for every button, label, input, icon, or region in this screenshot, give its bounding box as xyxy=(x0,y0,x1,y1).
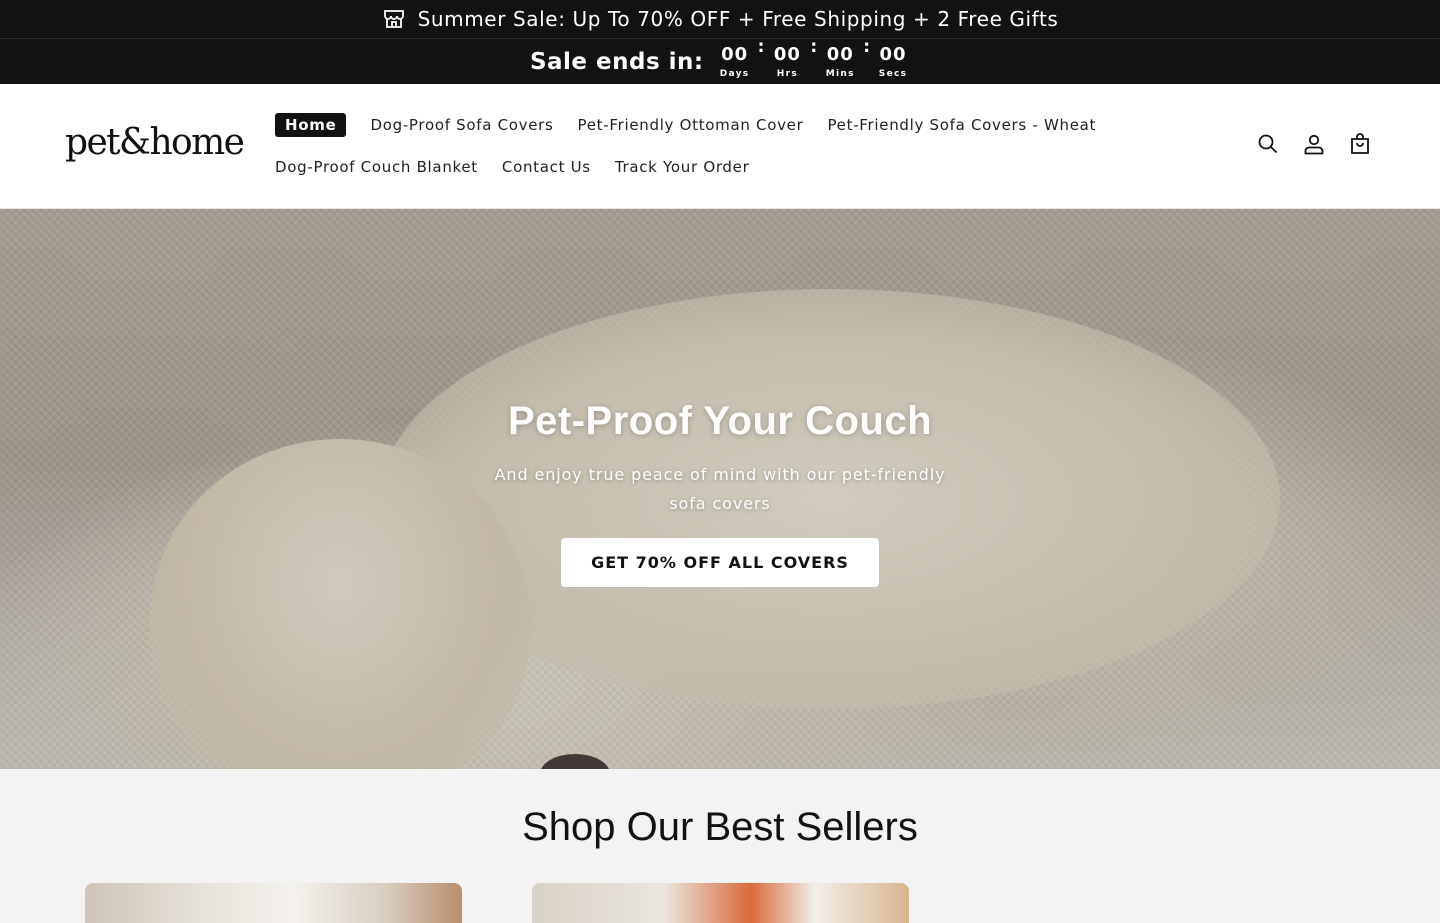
countdown-hours: 00 Hrs xyxy=(770,43,804,79)
nav-row: Home Dog-Proof Sofa Covers Pet-Friendly … xyxy=(275,112,1175,137)
nav-item-track-your-order[interactable]: Track Your Order xyxy=(615,158,750,176)
logo[interactable]: pet&home xyxy=(65,122,245,163)
countdown-secs: 00 Secs xyxy=(876,43,910,79)
countdown-separator: : xyxy=(863,37,871,57)
nav-item-dog-proof-sofa-covers[interactable]: Dog-Proof Sofa Covers xyxy=(370,116,553,134)
main-nav: Home Dog-Proof Sofa Covers Pet-Friendly … xyxy=(275,112,1175,196)
header-icons xyxy=(1256,132,1372,156)
countdown-secs-label: Secs xyxy=(878,68,908,79)
hero-subtitle: And enjoy true peace of mind with our pe… xyxy=(494,465,946,513)
account-icon[interactable] xyxy=(1302,132,1326,156)
countdown-days-value: 00 xyxy=(721,43,749,65)
nav-item-dog-proof-couch-blanket[interactable]: Dog-Proof Couch Blanket xyxy=(275,158,478,176)
best-sellers-title: Shop Our Best Sellers xyxy=(522,805,918,849)
countdown-mins: 00 Mins xyxy=(823,43,857,79)
countdown-days: 00 Days xyxy=(718,43,752,79)
hero-content: Pet-Proof Your Couch And enjoy true peac… xyxy=(0,399,1440,587)
countdown-mins-label: Mins xyxy=(825,68,855,79)
countdown-separator: : xyxy=(810,37,818,57)
countdown-separator: : xyxy=(757,37,765,57)
product-card[interactable] xyxy=(532,883,909,923)
countdown-label: Sale ends in: xyxy=(529,48,704,75)
hero-title: Pet-Proof Your Couch xyxy=(507,399,933,443)
countdown-bar: Sale ends in: 00 Days : 00 Hrs : 00 Mins… xyxy=(0,37,1440,84)
site-header: pet&home Home Dog-Proof Sofa Covers Pet-… xyxy=(0,84,1440,209)
nav-item-home[interactable]: Home xyxy=(275,112,347,137)
countdown-hours-label: Hrs xyxy=(776,68,799,79)
countdown-mins-value: 00 xyxy=(826,43,854,65)
hero-banner: Pet-Proof Your Couch And enjoy true peac… xyxy=(0,209,1440,769)
nav-item-pet-friendly-ottoman-cover[interactable]: Pet-Friendly Ottoman Cover xyxy=(578,116,804,134)
store-icon xyxy=(382,7,406,31)
nav-item-pet-friendly-sofa-covers-wheat[interactable]: Pet-Friendly Sofa Covers - Wheat xyxy=(827,116,1096,134)
shop-covers-button[interactable]: GET 70% OFF ALL COVERS xyxy=(561,538,879,587)
best-sellers-section: Shop Our Best Sellers xyxy=(0,769,1440,923)
nav-item-contact-us[interactable]: Contact Us xyxy=(502,158,591,176)
countdown-hours-value: 00 xyxy=(773,43,801,65)
countdown-days-label: Days xyxy=(719,68,750,79)
announcement-bar: Summer Sale: Up To 70% OFF + Free Shippi… xyxy=(0,0,1440,39)
nav-row: Dog-Proof Couch Blanket Contact Us Track… xyxy=(275,154,1175,179)
announcement-text: Summer Sale: Up To 70% OFF + Free Shippi… xyxy=(417,7,1059,31)
search-icon[interactable] xyxy=(1256,132,1280,156)
countdown-secs-value: 00 xyxy=(879,43,907,65)
product-card[interactable] xyxy=(85,883,462,923)
cart-icon[interactable] xyxy=(1348,132,1372,156)
